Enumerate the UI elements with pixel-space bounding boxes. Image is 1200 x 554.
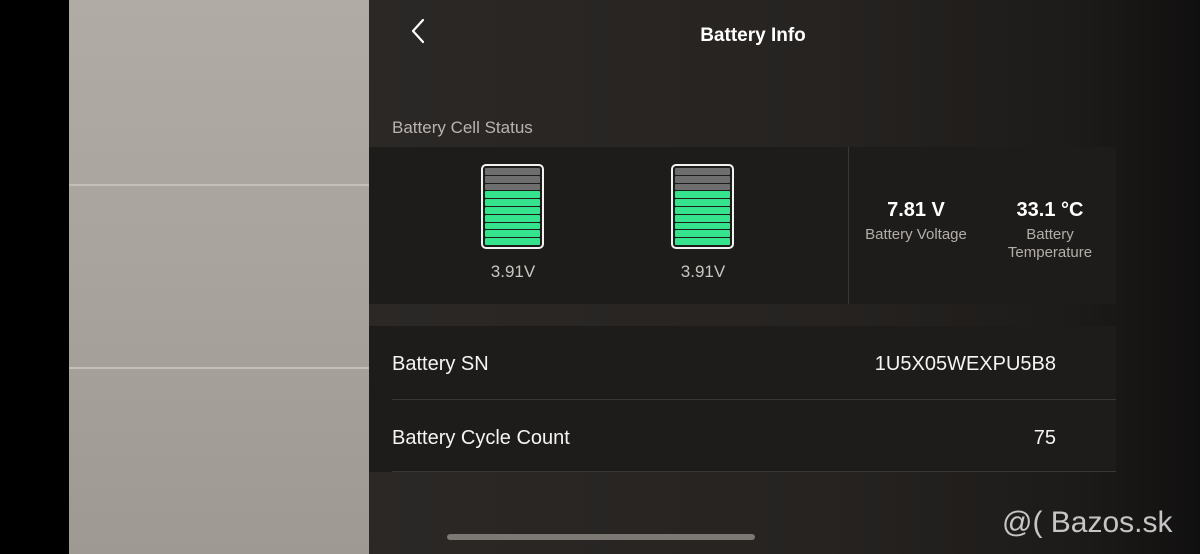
temperature-label-line-1: Battery bbox=[1026, 226, 1074, 243]
battery-segment bbox=[675, 199, 730, 206]
battery-voltage-label: Battery Voltage bbox=[865, 226, 967, 243]
battery-sn-value: 1U5X05WEXPU5B8 bbox=[874, 353, 1056, 375]
divider bbox=[848, 147, 849, 304]
battery-temperature-label: Battery Temperature bbox=[990, 226, 1110, 262]
row-divider bbox=[392, 471, 1116, 472]
battery-segment bbox=[675, 191, 730, 199]
page-title: Battery Info bbox=[700, 25, 806, 46]
battery-temperature-value: 33.1 °C bbox=[1016, 199, 1084, 221]
battery-cell-1-icon bbox=[481, 164, 544, 249]
camera-preview bbox=[69, 0, 369, 554]
back-button[interactable] bbox=[402, 14, 436, 48]
battery-cell-2-icon bbox=[671, 164, 734, 249]
battery-segment bbox=[485, 175, 540, 183]
home-indicator[interactable] bbox=[447, 534, 755, 540]
tile-seam bbox=[69, 367, 369, 369]
battery-segment bbox=[675, 214, 730, 222]
battery-segment bbox=[675, 230, 730, 238]
battery-segment bbox=[675, 168, 730, 175]
battery-segment bbox=[485, 214, 540, 222]
battery-segment bbox=[485, 230, 540, 238]
watermark: @( Bazos.sk bbox=[1002, 506, 1173, 539]
battery-cycle-count-value: 75 bbox=[1033, 427, 1056, 449]
tile-seam bbox=[69, 184, 369, 186]
chevron-left-icon bbox=[411, 18, 425, 44]
cell-1-voltage: 3.91V bbox=[490, 262, 536, 281]
battery-segment bbox=[675, 183, 730, 191]
battery-segment bbox=[675, 206, 730, 214]
temperature-label-line-2: Temperature bbox=[1007, 244, 1093, 261]
battery-segment bbox=[485, 199, 540, 206]
row-divider bbox=[392, 399, 1116, 400]
battery-cycle-count-label: Battery Cycle Count bbox=[392, 427, 570, 449]
battery-segment bbox=[485, 168, 540, 175]
cell-2-voltage: 3.91V bbox=[680, 262, 726, 281]
battery-segment bbox=[485, 191, 540, 199]
battery-segment bbox=[675, 175, 730, 183]
battery-segment bbox=[485, 222, 540, 230]
battery-segment bbox=[485, 183, 540, 191]
battery-segment bbox=[485, 238, 540, 245]
battery-sn-label: Battery SN bbox=[392, 353, 489, 375]
cell-status-label: Battery Cell Status bbox=[392, 118, 533, 137]
battery-segment bbox=[675, 222, 730, 230]
battery-segment bbox=[485, 206, 540, 214]
battery-segment bbox=[675, 238, 730, 245]
battery-voltage-value: 7.81 V bbox=[887, 199, 945, 221]
